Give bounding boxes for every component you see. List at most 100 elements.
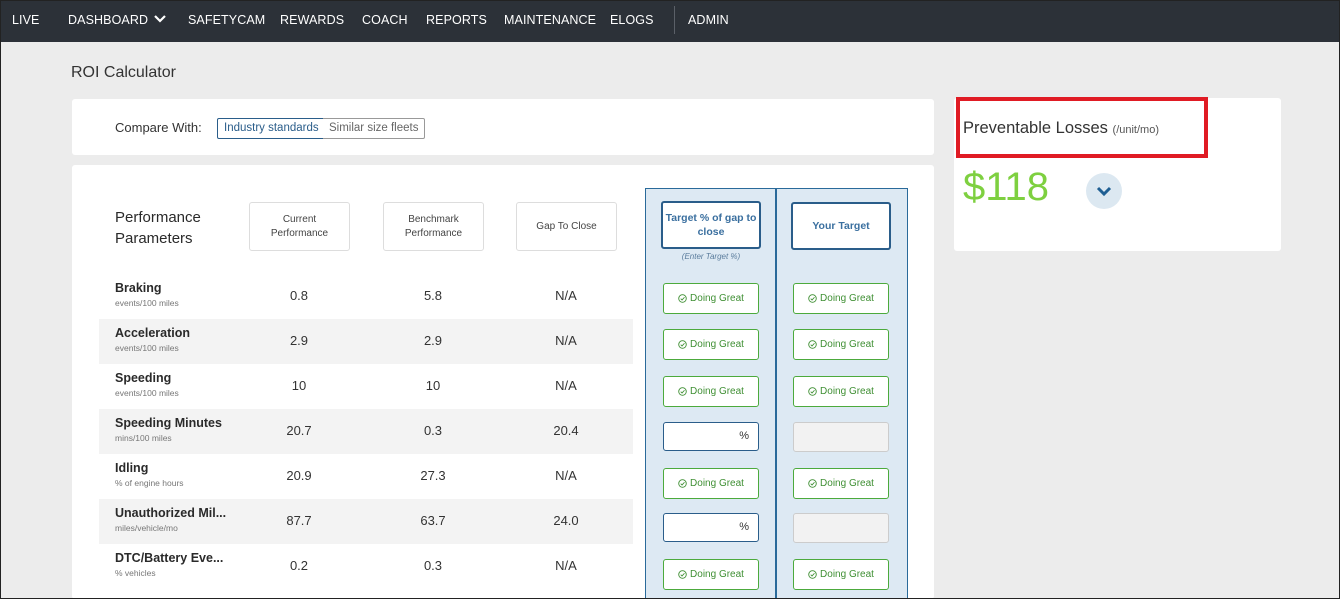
nav-rewards[interactable]: REWARDS: [280, 13, 344, 27]
header-target-line1: Target % of gap to: [665, 212, 757, 224]
losses-title-label: Preventable Losses: [963, 119, 1108, 137]
nav-maintenance[interactable]: MAINTENANCE: [504, 13, 596, 27]
status-label: Doing Great: [690, 293, 744, 304]
header-current-line1: Current: [282, 213, 317, 225]
target-percent-status[interactable]: Doing Great: [663, 468, 759, 499]
status-label: Doing Great: [820, 339, 874, 350]
gap-value: N/A: [555, 558, 577, 573]
gap-value: N/A: [555, 378, 577, 393]
header-current-line2: Performance: [270, 227, 329, 239]
param-name: Speeding Minutes: [115, 416, 222, 430]
param-unit: events/100 miles: [115, 343, 179, 353]
losses-value: $118: [963, 165, 1050, 209]
check-circle-icon: [808, 387, 817, 396]
gap-value: 24.0: [553, 513, 579, 528]
gap-value: N/A: [555, 468, 577, 483]
chevron-down-icon: [1096, 186, 1112, 197]
param-name: DTC/Battery Eve...: [115, 551, 224, 565]
status-label: Doing Great: [820, 386, 874, 397]
benchmark-value: 2.9: [423, 333, 443, 348]
status-label: Doing Great: [690, 569, 744, 580]
nav-safetycam[interactable]: SAFETYCAM: [188, 13, 265, 27]
compare-option-industry[interactable]: Industry standards: [217, 118, 326, 139]
gap-value: N/A: [555, 288, 577, 303]
param-name: Idling: [115, 461, 149, 475]
nav-dashboard-label: DASHBOARD: [68, 13, 149, 27]
nav-admin[interactable]: ADMIN: [688, 13, 729, 27]
losses-expand-button[interactable]: [1086, 173, 1122, 209]
target-percent-status[interactable]: Doing Great: [663, 376, 759, 407]
header-target-line2: close: [697, 226, 725, 238]
current-value: 0.2: [289, 558, 309, 573]
check-circle-icon: [678, 387, 687, 396]
chevron-down-icon: [154, 15, 166, 23]
check-circle-icon: [808, 294, 817, 303]
current-value: 10: [291, 378, 307, 393]
status-label: Doing Great: [690, 478, 744, 489]
nav-divider: [674, 6, 675, 34]
target-panel-divider: [775, 188, 777, 599]
check-circle-icon: [808, 340, 817, 349]
gap-value: N/A: [555, 333, 577, 348]
losses-unit: (/unit/mo): [1112, 124, 1159, 136]
header-current-performance: Current Performance: [249, 202, 350, 251]
nav-live[interactable]: LIVE: [12, 13, 40, 27]
param-unit: % of engine hours: [115, 478, 184, 488]
check-circle-icon: [808, 479, 817, 488]
current-value: 20.9: [286, 468, 312, 483]
your-target-input: [793, 513, 889, 543]
benchmark-value: 27.3: [420, 468, 446, 483]
param-name: Acceleration: [115, 326, 191, 340]
header-benchmark-line1: Benchmark: [408, 213, 459, 225]
status-label: Doing Great: [690, 339, 744, 350]
param-unit: miles/vehicle/mo: [115, 523, 178, 533]
param-unit: events/100 miles: [115, 298, 179, 308]
header-gap-label: Gap To Close: [536, 220, 597, 232]
your-target-input: [793, 422, 889, 452]
param-unit: events/100 miles: [115, 388, 179, 398]
param-name: Speeding: [115, 371, 172, 385]
nav-reports[interactable]: REPORTS: [426, 13, 487, 27]
check-circle-icon: [678, 570, 687, 579]
current-value: 2.9: [289, 333, 309, 348]
benchmark-value: 0.3: [423, 423, 443, 438]
status-label: Doing Great: [690, 386, 744, 397]
target-percent-status[interactable]: Doing Great: [663, 283, 759, 314]
your-target-status[interactable]: Doing Great: [793, 329, 889, 360]
losses-title: Preventable Losses (/unit/mo): [963, 119, 1159, 138]
header-your-target-label: Your Target: [812, 220, 870, 232]
header-benchmark-performance: Benchmark Performance: [383, 202, 484, 251]
current-value: 20.7: [286, 423, 312, 438]
nav-dashboard[interactable]: DASHBOARD: [68, 13, 166, 27]
performance-title-line1: Performance: [115, 209, 201, 226]
your-target-status[interactable]: Doing Great: [793, 468, 889, 499]
nav-elogs[interactable]: ELOGS: [610, 13, 654, 27]
percent-suffix: %: [739, 521, 749, 533]
compare-card: Compare With:: [72, 99, 934, 155]
header-benchmark-line2: Performance: [404, 227, 463, 239]
status-label: Doing Great: [820, 293, 874, 304]
target-percent-status[interactable]: Doing Great: [663, 329, 759, 360]
your-target-status[interactable]: Doing Great: [793, 283, 889, 314]
compare-option-similar[interactable]: Similar size fleets: [323, 118, 426, 139]
nav-coach[interactable]: COACH: [362, 13, 408, 27]
benchmark-value: 5.8: [423, 288, 443, 303]
your-target-status[interactable]: Doing Great: [793, 559, 889, 590]
check-circle-icon: [678, 340, 687, 349]
your-target-status[interactable]: Doing Great: [793, 376, 889, 407]
benchmark-value: 10: [425, 378, 441, 393]
enter-target-hint: (Enter Target %): [681, 252, 741, 261]
page-title: ROI Calculator: [71, 64, 176, 81]
benchmark-value: 0.3: [423, 558, 443, 573]
param-name: Braking: [115, 281, 162, 295]
status-label: Doing Great: [820, 569, 874, 580]
target-percent-input[interactable]: %: [663, 422, 759, 451]
header-target-percent: Target % of gap to close: [661, 201, 761, 249]
benchmark-value: 63.7: [420, 513, 446, 528]
current-value: 0.8: [289, 288, 309, 303]
status-label: Doing Great: [820, 478, 874, 489]
target-percent-input[interactable]: %: [663, 513, 759, 542]
compare-label: Compare With:: [115, 120, 202, 135]
target-percent-status[interactable]: Doing Great: [663, 559, 759, 590]
param-unit: mins/100 miles: [115, 433, 172, 443]
